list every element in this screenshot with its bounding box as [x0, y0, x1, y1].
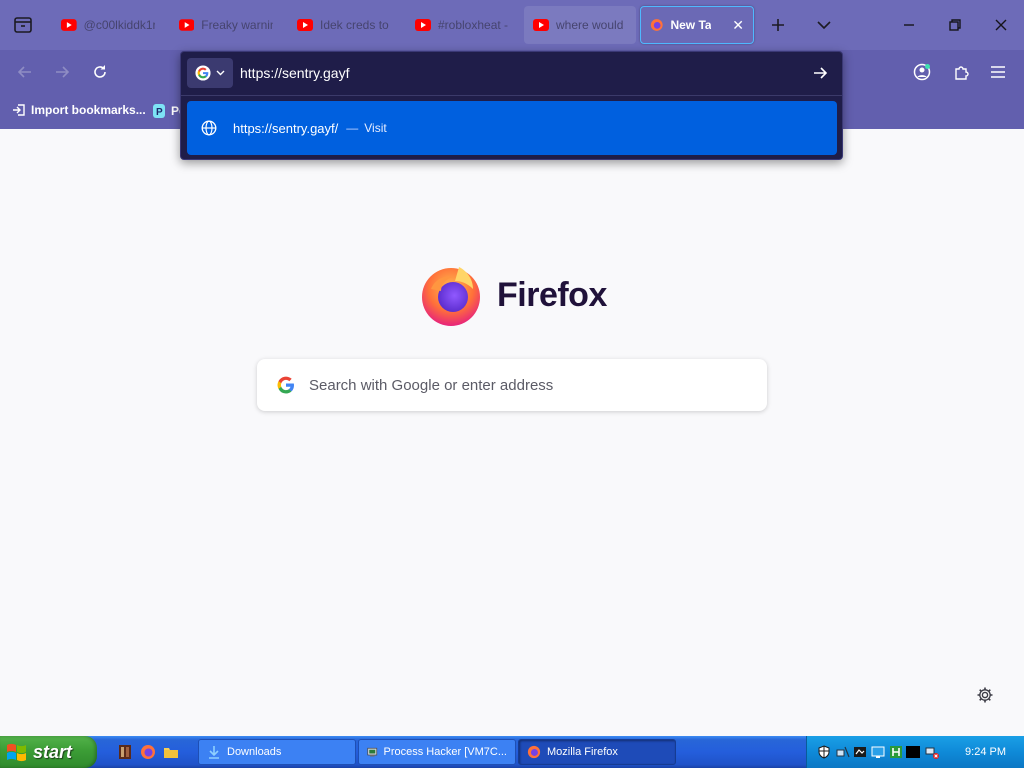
firefox-branding: Firefox	[419, 263, 607, 327]
forward-arrow-icon	[56, 66, 70, 78]
firefox-icon	[650, 19, 663, 31]
youtube-icon	[533, 19, 549, 31]
minimize-button[interactable]	[893, 9, 925, 41]
search-engine-button[interactable]	[187, 58, 233, 88]
search-placeholder: Search with Google or enter address	[309, 376, 554, 394]
terminal-tray-icon[interactable]	[906, 745, 920, 759]
start-label: start	[33, 741, 73, 762]
network-icon[interactable]	[836, 745, 850, 759]
back-button[interactable]	[11, 58, 39, 86]
windows-logo-icon	[7, 743, 26, 762]
menu-button[interactable]	[984, 58, 1012, 86]
extensions-button[interactable]	[947, 58, 975, 86]
task-label: Downloads	[227, 746, 282, 758]
url-suggestion-row[interactable]: https://sentry.gayf/ — Visit	[187, 101, 837, 155]
clock: 9:24 PM	[965, 746, 1006, 758]
reload-button[interactable]	[86, 58, 114, 86]
tab-new-tab[interactable]: New Tab ✕	[640, 6, 754, 44]
suggestion-action: Visit	[364, 121, 387, 135]
globe-icon	[201, 120, 217, 136]
taskbar-process-hacker[interactable]: Process Hacker [VM7C...	[358, 739, 516, 765]
account-icon	[913, 63, 931, 81]
taskbar-mozilla-firefox[interactable]: Mozilla Firefox	[518, 739, 676, 765]
puzzle-icon	[955, 66, 969, 80]
monitor-tray-icon[interactable]	[871, 745, 885, 759]
list-all-tabs-button[interactable]	[808, 9, 840, 41]
urlbar-input[interactable]: https://sentry.gayf	[240, 65, 349, 81]
downloads-icon	[209, 746, 219, 759]
back-arrow-icon	[17, 66, 31, 78]
firefox-icon	[527, 745, 541, 759]
import-icon	[13, 104, 25, 116]
close-window-button[interactable]	[985, 9, 1017, 41]
process-hacker-icon	[367, 747, 378, 757]
network-disconnected-icon[interactable]	[925, 745, 939, 759]
youtube-icon	[297, 19, 313, 31]
plus-icon	[772, 19, 784, 31]
firefox-view-button[interactable]	[7, 9, 39, 41]
start-button[interactable]: start	[0, 736, 97, 768]
suggestion-url: https://sentry.gayf/	[233, 120, 339, 136]
close-icon	[995, 19, 1007, 31]
tab-where-would[interactable]: where would	[524, 6, 636, 44]
taskbar-downloads[interactable]: Downloads	[198, 739, 356, 765]
tab-title: @c00lkiddk1r	[83, 18, 155, 32]
system-tray: 9:24 PM	[806, 736, 1024, 768]
content-search-box[interactable]: Search with Google or enter address	[257, 359, 767, 411]
restore-icon	[949, 19, 961, 31]
reload-icon	[94, 65, 106, 78]
firefox-logo-icon	[422, 267, 480, 326]
task-label: Process Hacker [VM7C...	[383, 746, 507, 758]
tab-strip: @c00lkiddk1r Freaky warnin Idek creds to…	[0, 0, 1024, 50]
forward-button[interactable]	[48, 58, 76, 86]
tab-title: where would	[556, 18, 624, 32]
task-label: Mozilla Firefox	[547, 746, 618, 758]
quicklaunch-folder-icon[interactable]	[163, 744, 179, 760]
tab-title: Freaky warnin	[201, 18, 273, 32]
svg-text:P: P	[156, 107, 163, 118]
gear-icon	[977, 687, 993, 703]
bookmark-label: Import bookmarks...	[31, 103, 146, 117]
brand-wordmark: Firefox	[497, 275, 607, 314]
taskbar: start Downloads Process Hacker [VM7C... …	[0, 736, 1024, 768]
chevron-down-icon	[817, 21, 831, 30]
app-tray-icon[interactable]	[853, 745, 867, 759]
suggestion-separator: —	[346, 121, 359, 135]
firefox-view-icon	[14, 17, 32, 33]
go-button[interactable]	[808, 61, 832, 85]
tab-idek-creds[interactable]: Idek creds to	[288, 6, 400, 44]
quicklaunch-app-icon[interactable]	[117, 744, 133, 760]
youtube-icon	[415, 19, 431, 31]
restore-button[interactable]	[939, 9, 971, 41]
quicklaunch-firefox-icon[interactable]	[140, 744, 156, 760]
hamburger-icon	[991, 66, 1005, 78]
new-tab-button[interactable]	[762, 9, 794, 41]
tab-title: New Tab	[670, 18, 712, 32]
chevron-down-icon	[216, 70, 225, 76]
security-shield-icon[interactable]	[817, 745, 831, 759]
google-icon	[277, 376, 295, 394]
tab-robloxheat[interactable]: #robloxheat -	[406, 6, 518, 44]
tab-freaky-warnin[interactable]: Freaky warnin	[170, 6, 282, 44]
bookmark-import[interactable]: Import bookmarks...	[12, 103, 146, 117]
urlbar-popup: https://sentry.gayf https://sentry.gayf/…	[180, 51, 843, 160]
youtube-icon	[179, 19, 195, 31]
tab-title: Idek creds to	[320, 18, 389, 32]
personalize-button[interactable]	[975, 685, 995, 705]
google-icon	[195, 65, 211, 81]
minimize-icon	[904, 24, 914, 26]
account-button[interactable]	[908, 58, 936, 86]
tab-c00lkiddk1r[interactable]: @c00lkiddk1r	[52, 6, 164, 44]
bookmark-p-icon: P	[153, 104, 165, 118]
youtube-icon	[61, 19, 77, 31]
go-arrow-icon	[814, 67, 828, 79]
h-tray-icon[interactable]	[889, 745, 903, 759]
tab-title: #robloxheat -	[438, 18, 509, 32]
close-tab-icon[interactable]: ✕	[732, 17, 744, 34]
urlbar-divider	[181, 95, 842, 96]
